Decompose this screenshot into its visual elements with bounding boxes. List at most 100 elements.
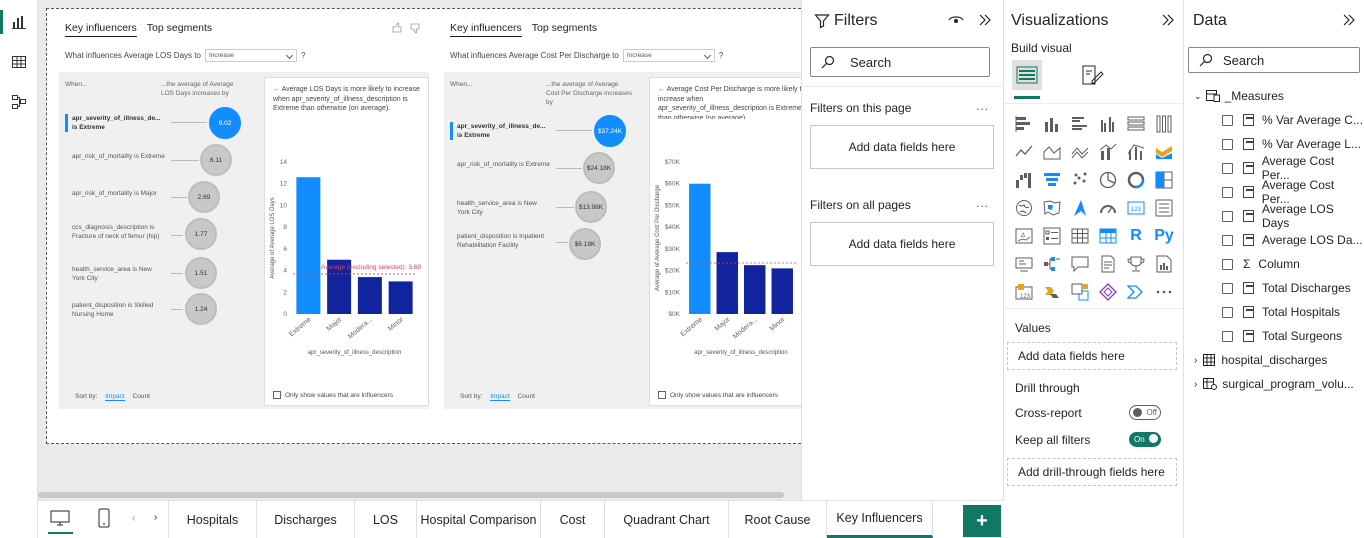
influence-bubble[interactable]: $13.98K xyxy=(575,191,607,223)
help-icon[interactable]: ? xyxy=(719,51,723,60)
filled-map-icon[interactable] xyxy=(1038,194,1066,222)
influence-bubble[interactable]: 1.51 xyxy=(185,257,217,289)
power-apps-icon[interactable]: 123 xyxy=(1010,278,1038,306)
more-options-icon[interactable]: ... xyxy=(976,99,989,113)
influencer-item[interactable]: health_service_area is New York City xyxy=(65,265,165,283)
kpi-icon[interactable]: Δ xyxy=(1010,222,1038,250)
card-icon[interactable]: 123 xyxy=(1122,194,1150,222)
bar[interactable] xyxy=(357,277,382,314)
line-chart-icon[interactable] xyxy=(1010,138,1038,166)
measure-field[interactable]: Total Hospitals xyxy=(1184,300,1364,324)
qa-icon[interactable] xyxy=(1066,250,1094,278)
line-clustered-column-icon[interactable] xyxy=(1122,138,1150,166)
measure-field[interactable]: Average Cost Per... xyxy=(1184,154,1364,182)
report-view-icon[interactable] xyxy=(8,11,30,33)
bar[interactable] xyxy=(771,268,793,314)
sort-count[interactable]: Count xyxy=(518,393,535,400)
line-column-icon[interactable] xyxy=(1094,138,1122,166)
100-column-icon[interactable] xyxy=(1150,110,1178,138)
multi-row-card-icon[interactable] xyxy=(1150,194,1178,222)
page-tab[interactable]: Quadrant Chart xyxy=(605,501,729,538)
chevrons-icon[interactable] xyxy=(1122,278,1150,306)
influence-bubble[interactable]: 6.11 xyxy=(200,144,232,176)
influencer-item[interactable]: ccs_diagnosis_description is Fracture of… xyxy=(65,223,165,241)
build-visual-tab[interactable] xyxy=(1012,60,1042,90)
key-influencers-visual-los[interactable]: Key influencers Top segments What influe… xyxy=(53,15,435,415)
collapse-filters-icon[interactable] xyxy=(978,14,992,26)
measure-field[interactable]: % Var Average L... xyxy=(1184,132,1364,156)
ribbon-chart-icon[interactable] xyxy=(1150,138,1178,166)
desktop-layout-icon[interactable] xyxy=(50,510,70,526)
next-page-icon[interactable]: › xyxy=(154,512,157,523)
influence-bubble[interactable]: 1.24 xyxy=(185,293,217,325)
influence-bubble[interactable]: $6.19K xyxy=(569,228,601,260)
funnel-icon[interactable] xyxy=(1038,166,1066,194)
table-view-icon[interactable] xyxy=(8,51,30,73)
page-tab[interactable]: Key Influencers xyxy=(827,501,933,538)
keep-filters-toggle[interactable]: On xyxy=(1129,432,1161,447)
horizontal-scrollbar[interactable] xyxy=(38,492,784,498)
page-tab[interactable]: Discharges xyxy=(257,501,355,538)
field-checkbox[interactable] xyxy=(1222,162,1233,174)
field-checkbox[interactable] xyxy=(1222,210,1233,222)
mobile-layout-icon[interactable] xyxy=(98,508,110,528)
page-tab[interactable]: Cost xyxy=(541,501,605,538)
tab-top-segments[interactable]: Top segments xyxy=(147,22,212,37)
influence-bubble[interactable]: 1.77 xyxy=(185,218,217,250)
influencer-item[interactable]: patient_disposition is Skilled Nursing H… xyxy=(65,301,165,319)
only-influencers-checkbox[interactable]: Only show values that are influencers xyxy=(658,391,778,399)
tab-key-influencers[interactable]: Key influencers xyxy=(450,22,522,37)
bar[interactable] xyxy=(388,281,413,314)
direction-select[interactable]: Increase xyxy=(204,49,297,62)
map-icon[interactable] xyxy=(1010,194,1038,222)
page-filter-drop-zone[interactable]: Add data fields here xyxy=(810,125,994,169)
feedback-icons[interactable] xyxy=(391,22,425,34)
field-checkbox[interactable] xyxy=(1222,114,1233,126)
measure-field[interactable]: Σ Column xyxy=(1184,252,1364,276)
field-checkbox[interactable] xyxy=(1222,330,1233,342)
influencer-item[interactable]: apr_severity_of_illness_de... is Extreme xyxy=(65,114,165,132)
clustered-bar-icon[interactable] xyxy=(1066,110,1094,138)
area-chart-icon[interactable] xyxy=(1038,138,1066,166)
more-icon[interactable] xyxy=(1150,278,1178,306)
scatter-icon[interactable] xyxy=(1066,166,1094,194)
influence-bubble[interactable]: 9.02 xyxy=(209,107,241,139)
add-page-button[interactable]: + xyxy=(963,505,1001,537)
field-checkbox[interactable] xyxy=(1222,138,1233,150)
measure-field[interactable]: Average Cost Per... xyxy=(1184,178,1364,206)
collapse-viz-icon[interactable] xyxy=(1161,14,1175,26)
python-visual-icon[interactable]: Py xyxy=(1150,222,1178,250)
slicer-icon[interactable] xyxy=(1038,222,1066,250)
field-checkbox[interactable] xyxy=(1222,306,1233,318)
more-options-icon[interactable]: ... xyxy=(976,196,989,210)
measures-table-row[interactable]: ⌄ _Measures xyxy=(1184,84,1364,108)
all-pages-filter-drop-zone[interactable]: Add data fields here xyxy=(810,222,994,266)
page-tab[interactable]: Root Cause xyxy=(729,501,827,538)
page-tab[interactable]: LOS xyxy=(355,501,417,538)
bar[interactable] xyxy=(744,265,766,314)
key-influencers-icon[interactable] xyxy=(1010,250,1038,278)
azure-map-icon[interactable] xyxy=(1066,194,1094,222)
prev-page-icon[interactable]: ‹ xyxy=(132,513,135,524)
table-row-surgical-program[interactable]: › surgical_program_volu... xyxy=(1184,372,1364,396)
donut-icon[interactable] xyxy=(1122,166,1150,194)
field-checkbox[interactable] xyxy=(1222,258,1233,270)
page-tab[interactable]: Hospital Comparison xyxy=(417,501,541,538)
influencer-item[interactable]: apr_risk_of_mortality is Extreme xyxy=(65,152,165,161)
100-bar-icon[interactable] xyxy=(1122,110,1150,138)
measure-field[interactable]: Total Discharges xyxy=(1184,276,1364,300)
stacked-area-icon[interactable] xyxy=(1066,138,1094,166)
only-influencers-checkbox[interactable]: Only show values that are influencers xyxy=(273,391,393,399)
table-icon[interactable] xyxy=(1066,222,1094,250)
custom-visual-icon[interactable] xyxy=(1066,278,1094,306)
drill-through-drop-zone[interactable]: Add drill-through fields here xyxy=(1007,458,1177,486)
treemap-icon[interactable] xyxy=(1150,166,1178,194)
pie-icon[interactable] xyxy=(1094,166,1122,194)
tab-key-influencers[interactable]: Key influencers xyxy=(65,22,137,37)
influencer-item[interactable]: patient_disposition is Inpatient Rehabil… xyxy=(450,232,550,250)
measure-field[interactable]: % Var Average C... xyxy=(1184,108,1364,132)
key-influencers-visual-cost[interactable]: Key influencers Top segments What influe… xyxy=(438,15,801,415)
stacked-column-icon[interactable] xyxy=(1038,110,1066,138)
influencer-item[interactable]: apr_severity_of_illness_de... is Extreme xyxy=(450,122,550,140)
waterfall-icon[interactable] xyxy=(1010,166,1038,194)
